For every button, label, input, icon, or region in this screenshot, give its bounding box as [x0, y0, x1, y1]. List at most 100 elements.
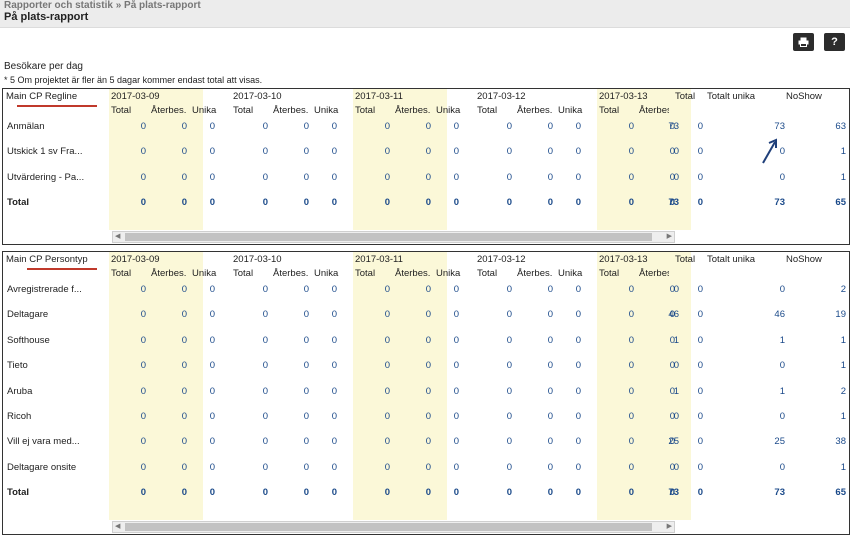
table-cell: 0 [506, 385, 512, 397]
table-cell: 0 [453, 171, 459, 183]
scroll-thumb[interactable] [125, 522, 652, 531]
date-header: 2017-03-13 [599, 91, 648, 102]
table-cell: 0 [506, 461, 512, 473]
scroll-right-icon[interactable]: ▶ [667, 232, 672, 242]
scroll-left-icon[interactable]: ◀ [115, 232, 120, 242]
table-cell: 0 [453, 461, 459, 473]
table-cell: 0 [140, 360, 146, 372]
sub-column-header: Återbes. [639, 105, 669, 116]
print-button[interactable] [793, 33, 814, 51]
table-cell: 0 [181, 146, 187, 158]
total-cell: 0 [673, 461, 679, 473]
table-cell: 0 [425, 171, 431, 183]
table-cell: 0 [628, 309, 634, 321]
table-cell: 0 [384, 171, 390, 183]
group-prefix: Main CP [6, 91, 45, 102]
table-cell: 0 [547, 411, 553, 422]
table-cell: 0 [303, 461, 309, 473]
table-cell: 0 [547, 197, 553, 209]
table-cell: 0 [181, 385, 187, 397]
total-cell: 0 [673, 360, 679, 372]
sub-column-header: Återbes. [273, 105, 309, 116]
date-header: 2017-03-11 [355, 254, 403, 265]
table-cell: 0 [453, 284, 459, 295]
row-label: Tieto [7, 360, 28, 372]
table-cell: 0 [262, 309, 268, 321]
row-label: Total [7, 487, 29, 499]
table-cell: 0 [506, 487, 512, 499]
noshow-cell: 65 [835, 487, 846, 499]
noshow-cell: 38 [835, 436, 846, 448]
scroll-thumb[interactable] [125, 232, 652, 241]
table-cell: 0 [262, 334, 268, 346]
sub-column-header: Återbes. [151, 268, 187, 279]
table-cell: 0 [181, 121, 187, 132]
table-cell: 0 [425, 385, 431, 397]
date-header: 2017-03-11 [355, 91, 403, 102]
scroll-left-icon[interactable]: ◀ [115, 522, 120, 532]
table-cell: 0 [384, 197, 390, 209]
table-cell: 0 [425, 360, 431, 372]
table-cell: 0 [547, 309, 553, 321]
noshow-cell: 1 [840, 411, 846, 422]
group-name: Main CP Regline [6, 91, 77, 102]
sub-column-header: Återbes. [273, 268, 309, 279]
date-header: 2017-03-10 [233, 91, 282, 102]
table-cell: 0 [628, 461, 634, 473]
table-cell: 0 [453, 487, 459, 499]
table-cell: 0 [303, 284, 309, 295]
breadcrumb[interactable]: Rapporter och statistik » På plats-rappo… [4, 0, 201, 11]
noshow-header: NoShow [786, 254, 822, 265]
table-cell: 0 [425, 334, 431, 346]
report-table: Main CP Regline 2017-03-09 Total Återbes. Un… [2, 88, 850, 245]
unique-cell: 73 [774, 197, 785, 209]
table-cell: 0 [303, 197, 309, 209]
table-cell: 0 [384, 284, 390, 295]
noshow-cell: 2 [840, 385, 846, 397]
row-label: Softhouse [7, 334, 50, 346]
unique-cell: 0 [779, 171, 785, 183]
table-cell: 0 [506, 411, 512, 422]
table-cell: 0 [209, 284, 215, 295]
table-cell: 0 [140, 284, 146, 295]
sub-column-header: Total [355, 105, 376, 116]
table-cell: 0 [453, 360, 459, 372]
noshow-cell: 63 [835, 121, 846, 132]
table-cell: 0 [262, 284, 268, 295]
table-cell: 0 [425, 461, 431, 473]
table-cell: 0 [575, 121, 581, 132]
printer-icon [798, 37, 809, 47]
table-cell: 0 [547, 487, 553, 499]
horizontal-scrollbar[interactable]: ◀ ▶ [112, 230, 675, 243]
table-cell: 0 [384, 334, 390, 346]
table-cell: 0 [575, 197, 581, 209]
red-underline [27, 268, 97, 270]
table-cell: 0 [303, 334, 309, 346]
table-cell: 0 [628, 436, 634, 448]
table-cell: 0 [303, 487, 309, 499]
table-cell: 0 [628, 121, 634, 132]
help-button[interactable]: ? [824, 33, 845, 51]
table-cell: 0 [506, 146, 512, 158]
section-subtitle: Besökare per dag [4, 61, 83, 72]
table-cell: 0 [575, 284, 581, 295]
table-cell: 0 [209, 146, 215, 158]
table-cell: 0 [209, 197, 215, 209]
table-cell: 0 [181, 411, 187, 422]
table-cell: 0 [303, 436, 309, 448]
row-label: Utskick 1 sv Fra... [7, 146, 83, 158]
scroll-right-icon[interactable]: ▶ [667, 522, 672, 532]
table-cell: 0 [331, 146, 337, 158]
horizontal-scrollbar[interactable]: ◀ ▶ [112, 520, 675, 533]
table-cell: 0 [181, 360, 187, 372]
info-note: * 5 Om projektet är fler än 5 dagar komm… [4, 75, 263, 85]
table-cell: 0 [262, 385, 268, 397]
table-cell: 0 [331, 309, 337, 321]
table-cell: 0 [140, 334, 146, 346]
sub-column-header: Unika [558, 268, 583, 279]
table-cell: 0 [506, 284, 512, 295]
table-cell: 0 [384, 360, 390, 372]
sub-column-header: Unika [192, 105, 217, 116]
sub-column-header: Återbes. [517, 105, 553, 116]
noshow-cell: 65 [835, 197, 846, 209]
